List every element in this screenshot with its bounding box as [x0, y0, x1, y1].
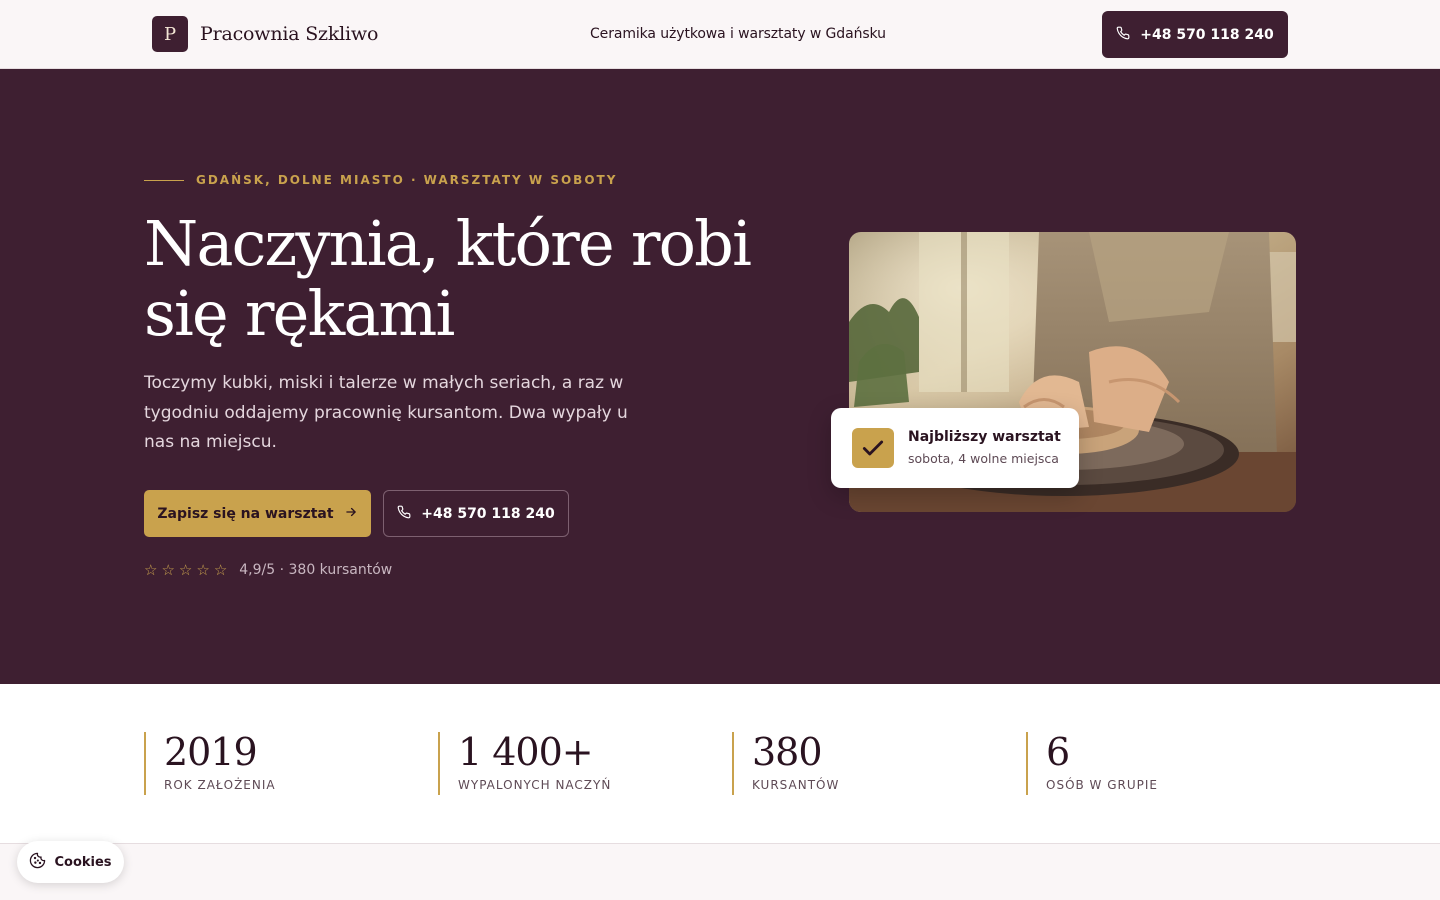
hero-title: Naczynia, które robi się rękami — [144, 207, 752, 350]
stat-label: KURSANTÓW — [752, 778, 840, 792]
cookie-icon — [29, 852, 46, 873]
rating: ☆ ☆ ☆ ☆ ☆ 4,9/5 · 380 kursantów — [144, 562, 392, 578]
phone-icon — [1116, 26, 1130, 44]
eyebrow-text: GDAŃSK, DOLNE MIASTO · WARSZTATY W SOBOT… — [196, 173, 618, 187]
cookies-button[interactable]: Cookies — [17, 841, 124, 883]
signup-workshop-label: Zapisz się na warsztat — [157, 505, 334, 522]
stat-value: 1 400+ — [458, 730, 594, 774]
stat-founded: 2019 ROK ZAŁOŻENIA — [144, 732, 276, 795]
stat-label: ROK ZAŁOŻENIA — [164, 778, 276, 792]
stat-group-size: 6 OSÓB W GRUPIE — [1026, 732, 1158, 795]
rating-text: 4,9/5 · 380 kursantów — [239, 562, 393, 578]
star-icon: ☆ — [213, 561, 228, 579]
cookies-label: Cookies — [54, 854, 112, 870]
rating-stars: ☆ ☆ ☆ ☆ ☆ — [144, 562, 227, 578]
check-icon — [852, 428, 894, 468]
stat-fired-pieces: 1 400+ WYPALONYCH NACZYŃ — [438, 732, 611, 795]
hero-description: Toczymy kubki, miski i talerze w małych … — [144, 373, 628, 452]
star-icon: ☆ — [178, 561, 193, 579]
hero-phone-label: +48 570 118 240 — [421, 505, 555, 522]
next-workshop-card: Najbliższy warsztat sobota, 4 wolne miej… — [831, 408, 1079, 488]
header-phone-button[interactable]: +48 570 118 240 — [1102, 11, 1288, 58]
site-header: P Pracownia Szkliwo Ceramika użytkowa i … — [0, 0, 1440, 69]
hero-section: GDAŃSK, DOLNE MIASTO · WARSZTATY W SOBOT… — [0, 69, 1440, 684]
star-icon: ☆ — [144, 561, 158, 579]
stat-value: 380 — [752, 730, 823, 774]
signup-workshop-button[interactable]: Zapisz się na warsztat — [144, 490, 371, 537]
stat-label: OSÓB W GRUPIE — [1046, 778, 1159, 792]
logo-mark: P — [152, 16, 188, 52]
brand-name: Pracownia Szkliwo — [200, 23, 379, 45]
stat-label: WYPALONYCH NACZYŃ — [458, 778, 612, 792]
phone-icon — [397, 505, 411, 523]
stat-value: 2019 — [164, 730, 258, 774]
arrow-right-icon — [344, 505, 358, 523]
eyebrow-line — [144, 179, 184, 181]
workshop-card-title: Najbliższy warsztat — [908, 429, 1061, 445]
stat-students: 380 KURSANTÓW — [732, 732, 839, 795]
workshop-card-subtitle: sobota, 4 wolne miejsca — [908, 451, 1059, 466]
hero-eyebrow: GDAŃSK, DOLNE MIASTO · WARSZTATY W SOBOT… — [144, 173, 617, 187]
hero-phone-button[interactable]: +48 570 118 240 — [383, 490, 569, 537]
header-tagline: Ceramika użytkowa i warsztaty w Gdańsku — [590, 26, 886, 42]
logo-link[interactable]: P Pracownia Szkliwo — [152, 16, 378, 52]
stat-value: 6 — [1046, 730, 1070, 774]
star-icon: ☆ — [161, 561, 175, 579]
star-icon: ☆ — [196, 561, 210, 579]
stats-section: 2019 ROK ZAŁOŻENIA 1 400+ WYPALONYCH NAC… — [0, 684, 1440, 844]
header-phone-label: +48 570 118 240 — [1140, 26, 1274, 43]
